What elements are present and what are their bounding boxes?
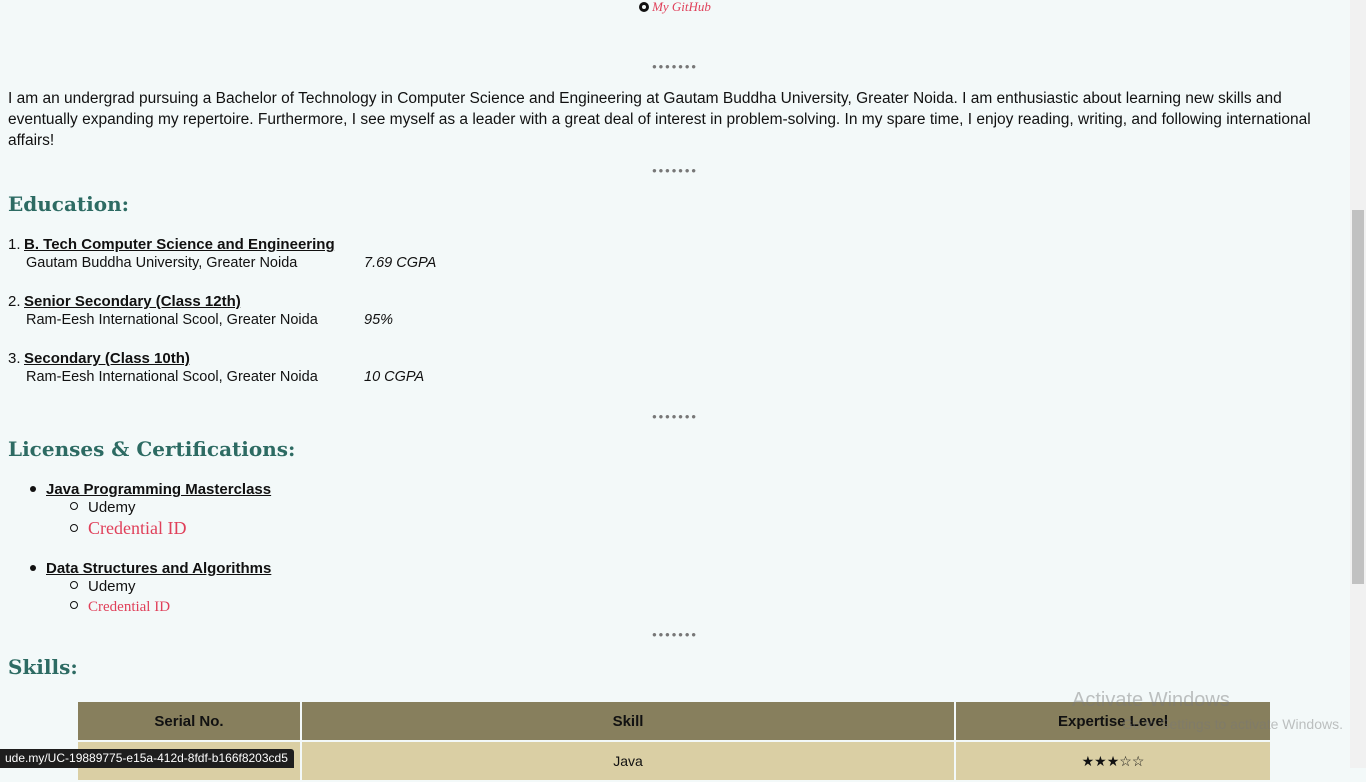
credential-link[interactable]: Credential ID: [88, 599, 170, 615]
certification-issuer-row: Udemy: [70, 577, 630, 597]
certification-issuer-row: Udemy: [70, 498, 630, 518]
section-separator: •••••••: [652, 59, 698, 74]
skill-name: Java: [300, 740, 956, 782]
column-header-serial: Serial No.: [76, 700, 302, 742]
education-item: 1. B. Tech Computer Science and Engineeri…: [8, 236, 608, 271]
certification-title-row: Data Structures and Algorithms: [30, 560, 630, 577]
activate-windows-watermark: Activate Windows Go to Settings to activ…: [1072, 688, 1343, 736]
certification-credential-row: Credential ID: [70, 518, 630, 540]
certification-credential-row: Credential ID: [70, 597, 630, 617]
education-number: 2.: [8, 293, 21, 310]
education-grade: 7.69 CGPA: [364, 255, 437, 271]
certification-issuer: Udemy: [88, 499, 136, 516]
skill-level: ★★★☆☆: [954, 740, 1272, 782]
circle-bullet-icon: [70, 524, 78, 532]
education-degree[interactable]: Secondary (Class 10th): [24, 350, 190, 367]
circle-bullet-icon: [70, 581, 78, 589]
education-institution: Ram-Eesh International Scool, Greater No…: [26, 369, 318, 385]
section-separator: •••••••: [652, 409, 698, 424]
certification-issuer: Udemy: [88, 578, 136, 595]
education-number: 3.: [8, 350, 21, 367]
education-number: 1.: [8, 236, 21, 253]
column-header-skill: Skill: [300, 700, 956, 742]
education-grade: 10 CGPA: [364, 369, 425, 385]
education-item: 3. Secondary (Class 10th) Ram-Eesh Intern…: [8, 350, 608, 385]
education-degree[interactable]: B. Tech Computer Science and Engineering: [24, 236, 335, 253]
education-details: Gautam Buddha University, Greater Noida 7…: [26, 255, 608, 271]
skills-heading: Skills:: [8, 655, 78, 679]
education-institution: Gautam Buddha University, Greater Noida: [26, 255, 298, 271]
circle-bullet-icon: [70, 601, 78, 609]
bullet-icon: [30, 486, 36, 492]
watermark-subtitle: Go to Settings to activate Windows.: [1122, 716, 1343, 732]
about-text: I am an undergrad pursuing a Bachelor of…: [8, 90, 1311, 149]
vertical-scrollbar[interactable]: [1350, 0, 1366, 768]
education-degree[interactable]: Senior Secondary (Class 12th): [24, 293, 241, 310]
education-institution: Ram-Eesh International Scool, Greater No…: [26, 312, 318, 328]
certifications-heading: Licenses & Certifications:: [8, 437, 296, 461]
education-details: Ram-Eesh International Scool, Greater No…: [26, 312, 608, 328]
status-bar-url: ude.my/UC-19889775-e15a-412d-8fdf-b166f8…: [0, 749, 294, 768]
github-link[interactable]: My GitHub: [0, 0, 1350, 15]
education-grade: 95%: [364, 312, 394, 328]
page: My GitHub ••••••• I am an undergrad purs…: [0, 0, 1350, 782]
certification-title[interactable]: Data Structures and Algorithms: [46, 560, 271, 577]
circle-bullet-icon: [70, 502, 78, 510]
certification-item: Java Programming Masterclass Udemy Crede…: [30, 481, 630, 540]
education-heading: Education:: [8, 192, 130, 216]
section-separator: •••••••: [652, 627, 698, 642]
education-details: Ram-Eesh International Scool, Greater No…: [26, 369, 608, 385]
watermark-title: Activate Windows: [1072, 689, 1230, 711]
education-item: 2. Senior Secondary (Class 12th) Ram-Eesh…: [8, 293, 608, 328]
github-icon: [639, 2, 650, 12]
certification-title-row: Java Programming Masterclass: [30, 481, 630, 498]
credential-link[interactable]: Credential ID: [88, 518, 186, 538]
certification-title[interactable]: Java Programming Masterclass: [46, 481, 271, 498]
scrollbar-thumb[interactable]: [1352, 210, 1364, 584]
certification-item: Data Structures and Algorithms Udemy Cre…: [30, 560, 630, 617]
bullet-icon: [30, 565, 36, 571]
section-separator: •••••••: [652, 163, 698, 178]
github-label[interactable]: My GitHub: [652, 0, 711, 14]
